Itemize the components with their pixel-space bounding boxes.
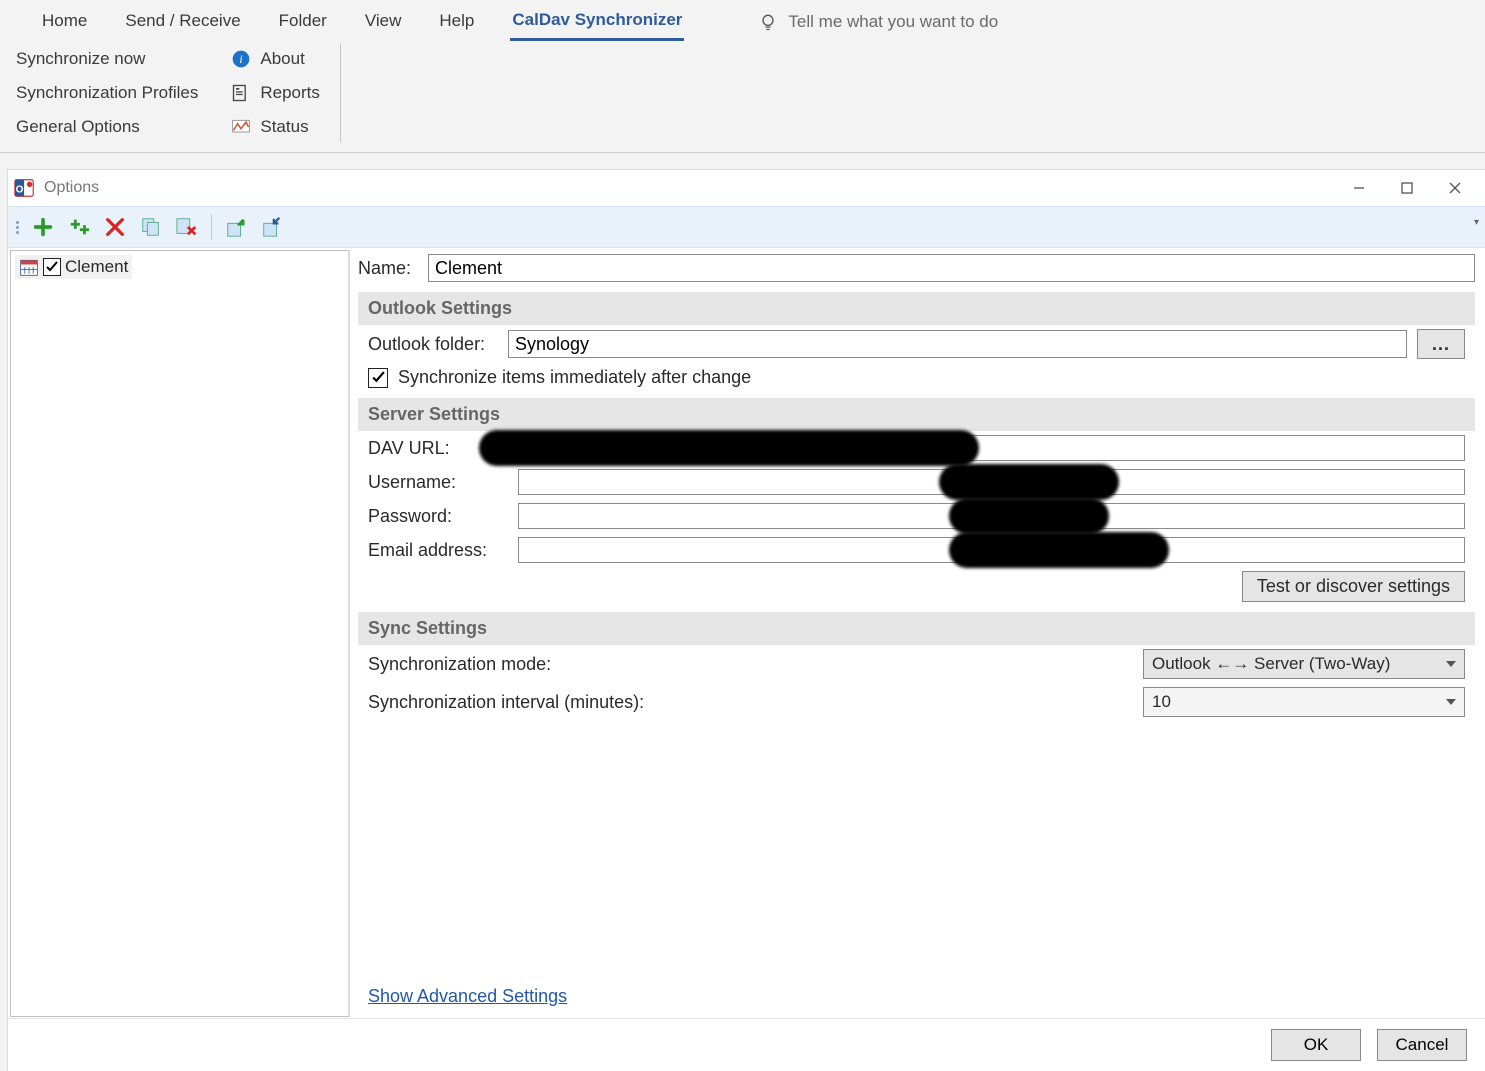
sync-immediate-label: Synchronize items immediately after chan… xyxy=(398,367,751,388)
password-row: Password: xyxy=(358,499,1475,533)
tell-me[interactable]: Tell me what you want to do xyxy=(758,12,998,32)
sync-immediate-checkbox[interactable] xyxy=(368,368,388,388)
options-dialog: O Options xyxy=(8,170,1485,1071)
toolbar-grip xyxy=(16,221,19,234)
profile-checkbox[interactable] xyxy=(43,258,61,276)
bulb-icon xyxy=(758,12,778,32)
sync-settings-header: Sync Settings xyxy=(358,612,1475,645)
calendar-icon xyxy=(19,257,39,277)
dav-url-row: DAV URL: xyxy=(358,431,1475,465)
outlook-folder-row: Outlook folder: ... xyxy=(358,325,1475,363)
ribbon-cmd-profiles[interactable]: Synchronization Profiles xyxy=(16,80,198,106)
redacted-area xyxy=(949,498,1109,534)
browse-folder-button[interactable]: ... xyxy=(1417,329,1465,359)
ribbon-group-sync: Synchronize now Synchronization Profiles… xyxy=(0,44,214,142)
email-label: Email address: xyxy=(368,540,508,561)
profile-label: Clement xyxy=(65,257,128,277)
ribbon-tab-sendrecv[interactable]: Send / Receive xyxy=(123,5,242,39)
dialog-toolbar: ▾ xyxy=(8,206,1485,248)
ribbon-cmd-sync-now[interactable]: Synchronize now xyxy=(16,46,198,72)
sync-interval-row: Synchronization interval (minutes): 10 xyxy=(358,683,1475,721)
reports-icon xyxy=(230,82,252,104)
profile-item[interactable]: Clement xyxy=(15,255,132,279)
redacted-area xyxy=(949,532,1169,568)
sync-mode-row: Synchronization mode: Outlook ←→ Server … xyxy=(358,645,1475,683)
ribbon-group-info: i About Reports Status xyxy=(214,44,336,142)
status-icon xyxy=(230,116,252,138)
ribbon-body: Synchronize now Synchronization Profiles… xyxy=(0,40,1485,153)
outlook-settings-header: Outlook Settings xyxy=(358,292,1475,325)
sync-mode-value: Outlook ←→ Server (Two-Way) xyxy=(1152,654,1390,674)
cancel-button[interactable]: Cancel xyxy=(1377,1029,1467,1061)
ribbon-separator xyxy=(340,44,341,142)
app-icon: O xyxy=(14,177,36,199)
sync-interval-select[interactable]: 10 xyxy=(1143,687,1465,717)
ribbon-cmd-about[interactable]: i About xyxy=(230,46,320,72)
name-label: Name: xyxy=(358,258,418,279)
toolbar-overflow-icon[interactable]: ▾ xyxy=(1474,217,1479,228)
dialog-titlebar: O Options xyxy=(8,170,1485,206)
toolbar-clear-button[interactable] xyxy=(173,213,201,241)
profiles-tree[interactable]: Clement xyxy=(10,250,350,1017)
profile-form: Name: Outlook Settings Outlook folder: .… xyxy=(358,248,1485,1019)
ribbon-cmd-general-label: General Options xyxy=(16,117,140,137)
test-row: Test or discover settings xyxy=(358,567,1475,606)
tell-me-text: Tell me what you want to do xyxy=(788,12,998,32)
email-input[interactable] xyxy=(518,537,1465,563)
ribbon-cmd-profiles-label: Synchronization Profiles xyxy=(16,83,198,103)
ribbon-cmd-reports[interactable]: Reports xyxy=(230,80,320,106)
svg-text:O: O xyxy=(16,185,24,196)
outlook-folder-label: Outlook folder: xyxy=(368,334,498,355)
sync-interval-label: Synchronization interval (minutes): xyxy=(368,692,1133,713)
ribbon-cmd-reports-label: Reports xyxy=(260,83,320,103)
dialog-footer: OK Cancel xyxy=(8,1018,1485,1071)
redacted-area xyxy=(479,430,979,466)
advanced-settings-link[interactable]: Show Advanced Settings xyxy=(358,976,1475,1017)
ribbon-tab-home[interactable]: Home xyxy=(40,5,89,39)
svg-text:i: i xyxy=(240,53,243,66)
sync-mode-label: Synchronization mode: xyxy=(368,654,1133,675)
toolbar-copy-button[interactable] xyxy=(137,213,165,241)
ribbon-tab-folder[interactable]: Folder xyxy=(277,5,329,39)
name-input[interactable] xyxy=(428,254,1475,282)
username-input[interactable] xyxy=(518,469,1465,495)
ribbon-cmd-status-label: Status xyxy=(260,117,308,137)
dialog-title: Options xyxy=(44,179,99,197)
ok-button[interactable]: OK xyxy=(1271,1029,1361,1061)
maximize-button[interactable] xyxy=(1383,171,1431,205)
server-settings-header: Server Settings xyxy=(358,398,1475,431)
password-input[interactable] xyxy=(518,503,1465,529)
username-row: Username: xyxy=(358,465,1475,499)
dav-url-input[interactable] xyxy=(518,435,1465,461)
redacted-area xyxy=(939,464,1119,500)
username-label: Username: xyxy=(368,472,508,493)
ribbon-tabs: Home Send / Receive Folder View Help Cal… xyxy=(0,0,1485,40)
name-row: Name: xyxy=(358,254,1475,282)
ribbon-tab-caldav[interactable]: CalDav Synchronizer xyxy=(510,4,684,41)
test-settings-button[interactable]: Test or discover settings xyxy=(1242,571,1465,602)
email-row: Email address: xyxy=(358,533,1475,567)
toolbar-import-button[interactable] xyxy=(258,213,286,241)
minimize-button[interactable] xyxy=(1335,171,1383,205)
close-button[interactable] xyxy=(1431,171,1479,205)
toolbar-add-button[interactable] xyxy=(29,213,57,241)
ribbon-cmd-sync-now-label: Synchronize now xyxy=(16,49,145,69)
outlook-folder-input[interactable] xyxy=(508,330,1407,358)
ribbon-cmd-about-label: About xyxy=(260,49,304,69)
ribbon-tab-help[interactable]: Help xyxy=(437,5,476,39)
toolbar-delete-button[interactable] xyxy=(101,213,129,241)
password-label: Password: xyxy=(368,506,508,527)
info-icon: i xyxy=(230,48,252,70)
toolbar-export-button[interactable] xyxy=(222,213,250,241)
ribbon-tab-view[interactable]: View xyxy=(363,5,404,39)
toolbar-add-multi-button[interactable] xyxy=(65,213,93,241)
sync-interval-value: 10 xyxy=(1152,692,1171,712)
ribbon-cmd-status[interactable]: Status xyxy=(230,114,320,140)
toolbar-separator xyxy=(211,214,212,240)
dialog-split: Clement Name: Outlook Settings Outlook f… xyxy=(8,248,1485,1019)
sync-immediate-row[interactable]: Synchronize items immediately after chan… xyxy=(358,363,1475,392)
sync-mode-select[interactable]: Outlook ←→ Server (Two-Way) xyxy=(1143,649,1465,679)
ribbon-cmd-general[interactable]: General Options xyxy=(16,114,198,140)
